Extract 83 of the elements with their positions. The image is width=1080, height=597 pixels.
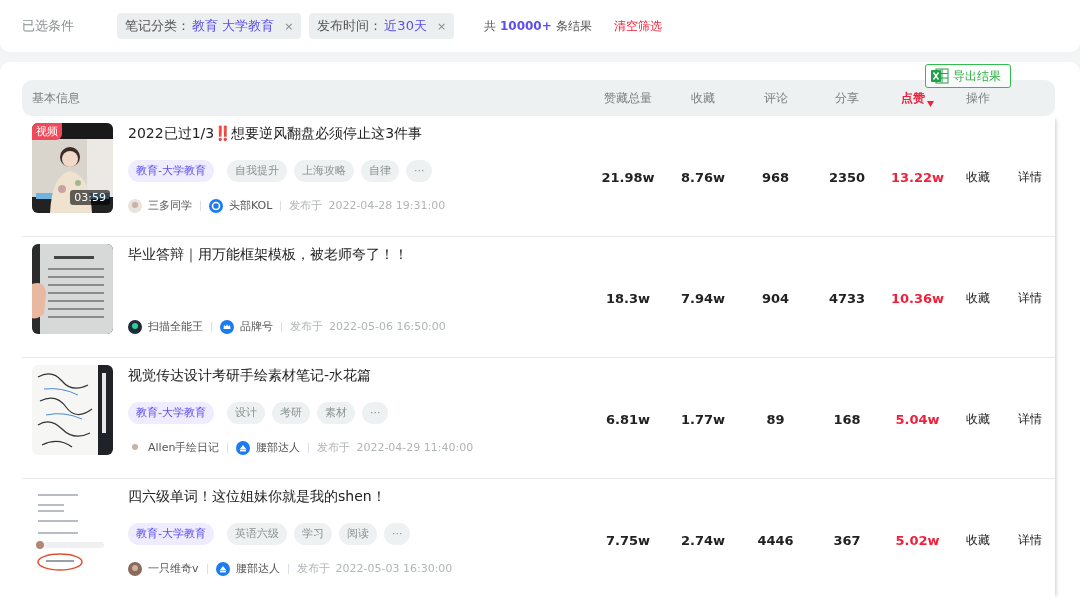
avatar-icon	[128, 319, 142, 334]
column-header[interactable]: 点赞	[901, 89, 925, 107]
publish-label: 发布于	[296, 561, 330, 576]
table-cell: 4733	[828, 290, 866, 306]
topic-tag: 学习	[294, 522, 332, 545]
table-cell: 168	[833, 411, 861, 427]
publish-date: 2022-04-28 19:31:00	[328, 199, 446, 212]
details-link[interactable]: 详情	[1017, 291, 1042, 305]
note-title[interactable]: 2022已过1/3‼想要逆风翻盘必须停止这3件事	[128, 125, 446, 143]
table-cell: 968	[761, 169, 790, 185]
video-duration: 03:59	[70, 190, 110, 205]
result-count: 共 10000+ 条结果	[484, 17, 592, 35]
table-cell: 89	[766, 411, 785, 427]
details-link[interactable]: 详情	[1017, 170, 1042, 184]
table-cell: 4446	[757, 532, 794, 548]
category-tag: 教育-大学教育	[128, 159, 214, 182]
author-name[interactable]: 一只维奇v	[148, 561, 199, 576]
note-title[interactable]: 视觉传达设计考研手绘素材笔记-水花篇	[128, 367, 474, 385]
table-cell: 904	[761, 290, 790, 306]
avatar-icon	[128, 561, 142, 576]
filter-label: 已选条件	[22, 17, 75, 35]
category-tag: 教育-大学教育	[128, 522, 214, 545]
author-level: 腰部达人	[256, 440, 301, 455]
details-link[interactable]: 详情	[1017, 533, 1042, 547]
table-cell: 5.04w	[895, 411, 940, 427]
column-header[interactable]: 操作	[966, 89, 990, 107]
favorite-link[interactable]: 收藏	[966, 291, 990, 305]
author-name[interactable]: Allen手绘日记	[148, 440, 220, 455]
filter-chip[interactable]: 发布时间：近30天 ×	[309, 13, 455, 39]
table-cell: 6.81w	[605, 411, 651, 427]
clear-filters-link[interactable]: 清空筛选	[613, 17, 662, 35]
table-cell: 367	[833, 532, 861, 548]
table-cell: 18.3w	[605, 290, 651, 306]
topic-tag: 上海攻略	[294, 159, 354, 182]
table-cell: 10.36w	[890, 290, 945, 306]
column-header[interactable]: 收藏	[691, 89, 715, 107]
topic-tag: 素材	[317, 401, 355, 424]
topic-tag: 自律	[361, 159, 399, 182]
publish-date: 2022-05-03 16:30:00	[335, 562, 453, 575]
video-badge: 视频	[32, 123, 62, 140]
favorite-link[interactable]: 收藏	[966, 412, 990, 426]
category-tag: 教育-大学教育	[128, 401, 214, 424]
author-name[interactable]: 扫描全能王	[148, 319, 203, 334]
filter-chip[interactable]: 笔记分类：教育 大学教育 ×	[117, 13, 302, 39]
sort-caret-icon	[927, 100, 934, 107]
publish-label: 发布于	[317, 440, 351, 455]
topic-tag: 考研	[272, 401, 310, 424]
topic-tag: 阅读	[339, 522, 377, 545]
crown-icon	[220, 319, 234, 334]
table-cell: 1.77w	[680, 411, 726, 427]
table-cell: 7.94w	[680, 290, 726, 306]
favorite-link[interactable]: 收藏	[966, 170, 990, 184]
favorite-link[interactable]: 收藏	[966, 533, 990, 547]
column-header[interactable]: 评论	[763, 89, 788, 107]
topic-tag: 设计	[227, 401, 265, 424]
table-cell: 5.02w	[895, 532, 940, 548]
author-level: 品牌号	[240, 319, 273, 334]
ring-icon	[209, 198, 223, 213]
author-level: 腰部达人	[235, 561, 280, 576]
badge-icon	[236, 440, 251, 455]
column-header[interactable]: 赞藏总量	[604, 89, 652, 107]
column-header[interactable]: 基本信息	[32, 89, 80, 107]
publish-label: 发布于	[290, 319, 323, 334]
table-cell: 7.75w	[605, 532, 651, 548]
column-header[interactable]: 分享	[835, 89, 859, 107]
table-cell: 2.74w	[680, 532, 726, 548]
author-name[interactable]: 三多同学	[148, 198, 192, 213]
table-cell: 2350	[828, 169, 866, 185]
note-title[interactable]: 毕业答辩｜用万能框架模板，被老师夸了！！	[128, 246, 446, 264]
table-cell: 8.76w	[680, 169, 726, 185]
topic-tag: 自我提升	[227, 159, 287, 182]
details-link[interactable]: 详情	[1017, 412, 1042, 426]
publish-date: 2022-05-06 16:50:00	[329, 320, 446, 333]
note-title[interactable]: 四六级单词！这位姐妹你就是我的shen！	[128, 488, 453, 506]
author-level: 头部KOL	[229, 198, 273, 213]
spreadsheet-icon	[931, 68, 949, 84]
publish-label: 发布于	[289, 198, 323, 213]
topic-tag: 英语六级	[227, 522, 287, 545]
badge-icon	[215, 561, 230, 576]
avatar-icon	[128, 198, 142, 213]
table-cell: 13.22w	[890, 169, 945, 185]
publish-date: 2022-04-29 11:40:00	[356, 441, 474, 454]
table-cell: 21.98w	[601, 169, 655, 185]
